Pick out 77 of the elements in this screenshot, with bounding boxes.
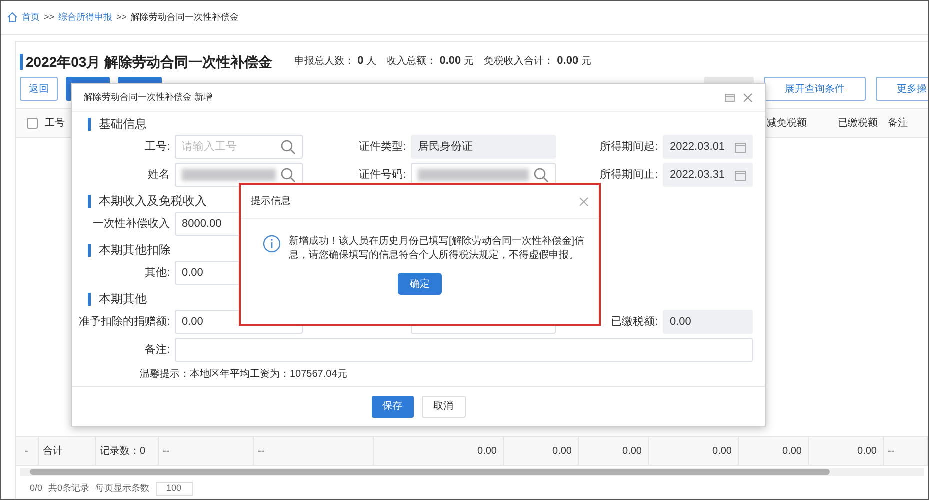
- table-cell-text: 0.00: [782, 444, 802, 458]
- input-value: 0.00: [670, 314, 692, 330]
- table-cell-text: 0.00: [622, 444, 642, 458]
- stat-label: 免税收入合计：: [484, 54, 554, 68]
- stat-unit: 人: [366, 54, 377, 68]
- stat-label: 申报总人数：: [294, 54, 355, 68]
- checkbox[interactable]: [27, 118, 38, 128]
- stat-unit: 元: [464, 54, 474, 68]
- home-icon[interactable]: [7, 12, 18, 23]
- pagination-pages: 0/0: [30, 482, 43, 496]
- page-title: 2022年03月 解除劳动合同一次性补偿金: [20, 54, 273, 70]
- record-count: 共0条记录: [48, 482, 90, 496]
- breadcrumb-separator: >>: [44, 10, 55, 24]
- table-cell-text: 合计: [43, 444, 63, 458]
- table-cell-text: --: [163, 444, 170, 458]
- field-label: 姓名: [147, 168, 170, 183]
- field-label: 备注:: [144, 342, 170, 358]
- column-header[interactable]: 备注: [888, 116, 908, 130]
- column-header[interactable]: 已缴税额: [838, 116, 878, 130]
- input-value: 8000.00: [182, 216, 223, 232]
- field-label: 已缴税额:: [610, 314, 658, 330]
- info-icon: [263, 235, 281, 253]
- save-button[interactable]: 保存: [372, 396, 414, 418]
- search-icon[interactable]: [280, 167, 296, 183]
- scrollbar[interactable]: [20, 468, 924, 476]
- field-label: 证件号码:: [358, 168, 406, 183]
- breadcrumb-separator: >>: [116, 10, 128, 24]
- table-cell-text: 记录数：0: [100, 444, 146, 458]
- breadcrumb-link[interactable]: 综合所得申报: [58, 10, 113, 24]
- toolbar-button[interactable]: 返回: [20, 77, 58, 101]
- input-field[interactable]: 请输入工号: [175, 135, 303, 159]
- table-cell-text: --: [888, 444, 895, 458]
- breadcrumb-link[interactable]: 首页: [22, 10, 40, 24]
- page-size-label: 每页显示条数: [96, 482, 150, 496]
- stat-unit: 元: [582, 54, 592, 68]
- search-icon[interactable]: [533, 167, 549, 183]
- stat-value: 0.00: [557, 54, 579, 68]
- field-label: 所得期间起:: [598, 140, 658, 155]
- column-header[interactable]: 减免税额: [767, 116, 807, 130]
- stat-value: 0: [358, 54, 364, 68]
- table-cell-text: -: [25, 444, 28, 458]
- dialog-title: 解除劳动合同一次性补偿金 新增: [84, 90, 213, 104]
- search-icon[interactable]: [280, 139, 296, 155]
- field-label: 所得期间止:: [598, 168, 658, 183]
- toolbar-button[interactable]: 更多操: [876, 77, 928, 101]
- table-cell-text: 0.00: [552, 444, 572, 458]
- breadcrumb-current: 解除劳动合同一次性补偿金: [131, 10, 240, 24]
- page-size-field[interactable]: 100: [156, 482, 193, 496]
- field-label: 证件类型:: [358, 140, 406, 155]
- stat-label: 收入总额：: [386, 54, 437, 68]
- input-value: 2022.03.31: [670, 168, 726, 183]
- hint-text: 温馨提示：本地区年平均工资为：107567.04元: [140, 368, 348, 382]
- input-value: 0.00: [182, 266, 204, 281]
- input-value: 0.00: [182, 314, 204, 330]
- table-cell-text: 0.00: [478, 444, 497, 458]
- table-cell-text: 0.00: [712, 444, 732, 458]
- input-field[interactable]: [175, 163, 303, 187]
- input-value: 2022.03.01: [670, 140, 726, 155]
- table-cell-text: --: [258, 444, 265, 458]
- input-text: 请输入工号: [182, 138, 276, 156]
- field-label: 一次性补偿收入: [92, 216, 170, 232]
- cancel-button[interactable]: 取消: [422, 396, 466, 418]
- toolbar-button[interactable]: 展开查询条件: [764, 77, 866, 101]
- maximize-icon[interactable]: [725, 94, 735, 102]
- input-field[interactable]: [175, 338, 753, 362]
- field-label: 其他:: [144, 266, 170, 281]
- close-icon[interactable]: [743, 92, 753, 102]
- confirm-button[interactable]: 确定: [398, 273, 442, 295]
- stat-value: 0.00: [440, 54, 462, 68]
- table-cell-text: 0.00: [858, 444, 877, 458]
- close-icon[interactable]: [579, 196, 589, 206]
- field-label: 准予扣除的捐赠额:: [78, 314, 170, 330]
- column-header[interactable]: 工号: [45, 116, 65, 130]
- input-value: 居民身份证: [418, 140, 474, 155]
- field-label: 工号:: [144, 140, 170, 155]
- alert-title: 提示信息: [251, 194, 291, 209]
- section-title: 基础信息: [88, 118, 765, 131]
